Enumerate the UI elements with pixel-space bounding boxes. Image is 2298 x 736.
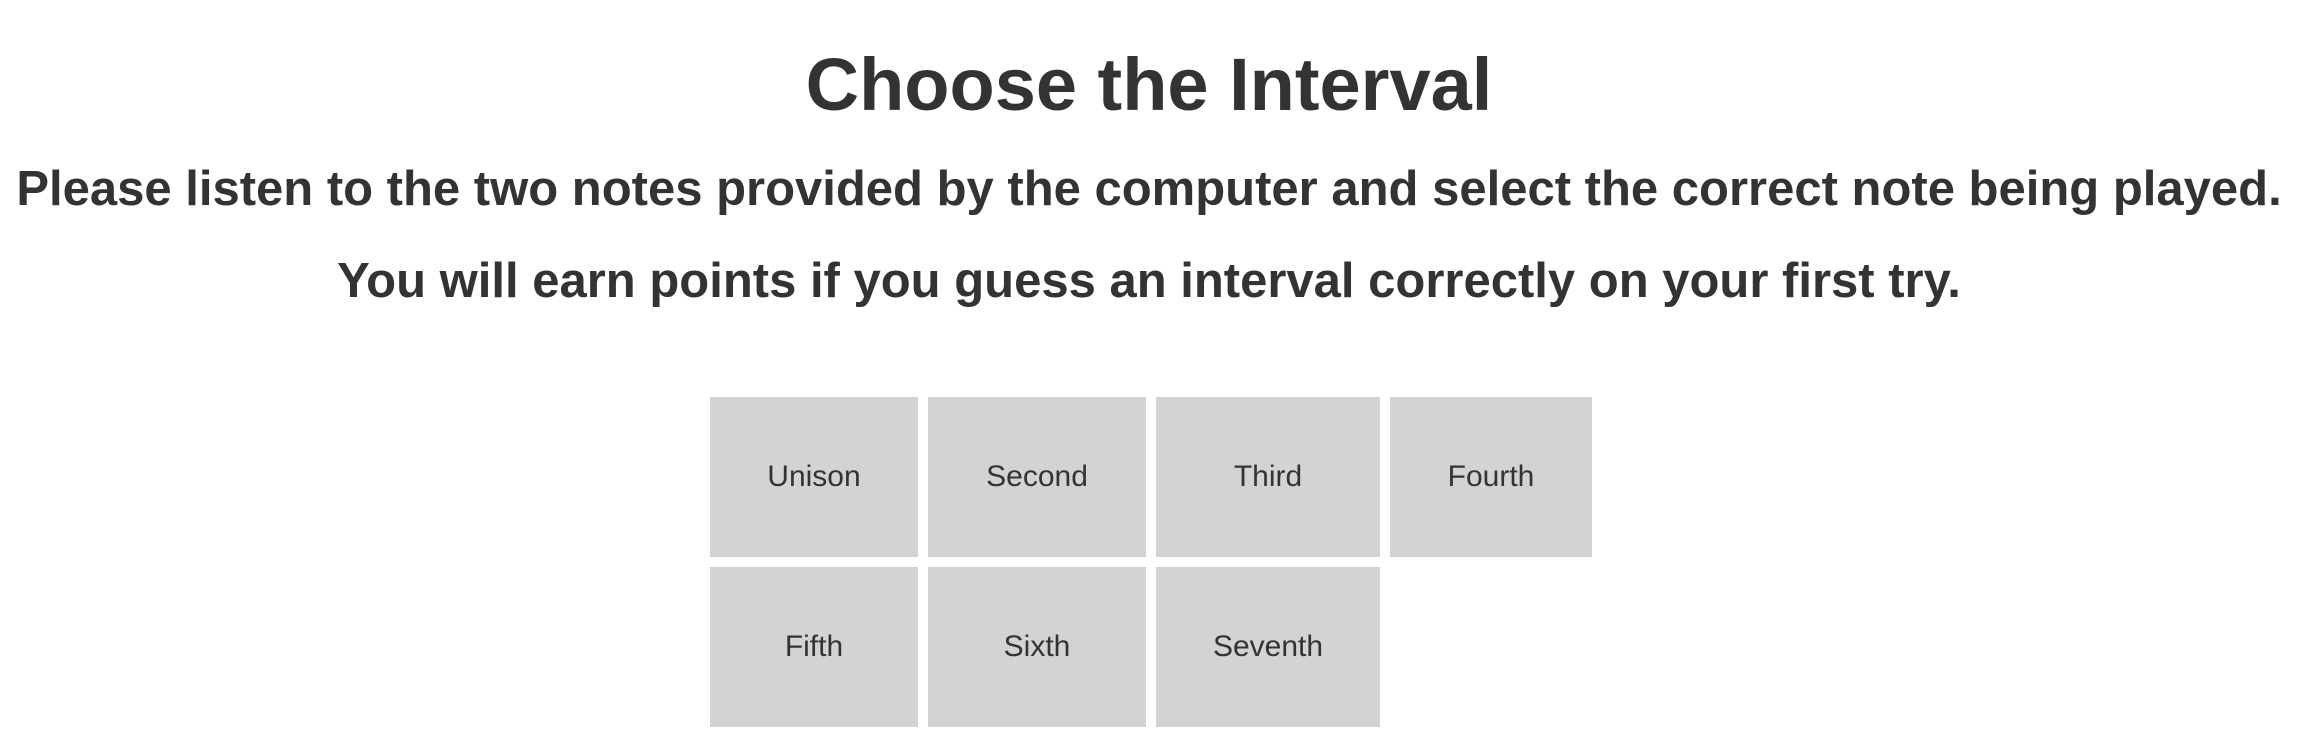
interval-button-fifth[interactable]: Fifth <box>710 567 918 727</box>
interval-button-sixth[interactable]: Sixth <box>928 567 1146 727</box>
interval-button-fourth[interactable]: Fourth <box>1390 397 1592 557</box>
page-title: Choose the Interval <box>805 43 1493 126</box>
interval-quiz-page: Choose the Interval Please listen to the… <box>0 0 2298 736</box>
points-note-text: You will earn points if you guess an int… <box>337 254 1961 308</box>
instruction-text: Please listen to the two notes provided … <box>16 162 2282 216</box>
interval-button-seventh[interactable]: Seventh <box>1156 567 1380 727</box>
interval-button-second[interactable]: Second <box>928 397 1146 557</box>
interval-button-unison[interactable]: Unison <box>710 397 918 557</box>
interval-button-third[interactable]: Third <box>1156 397 1380 557</box>
